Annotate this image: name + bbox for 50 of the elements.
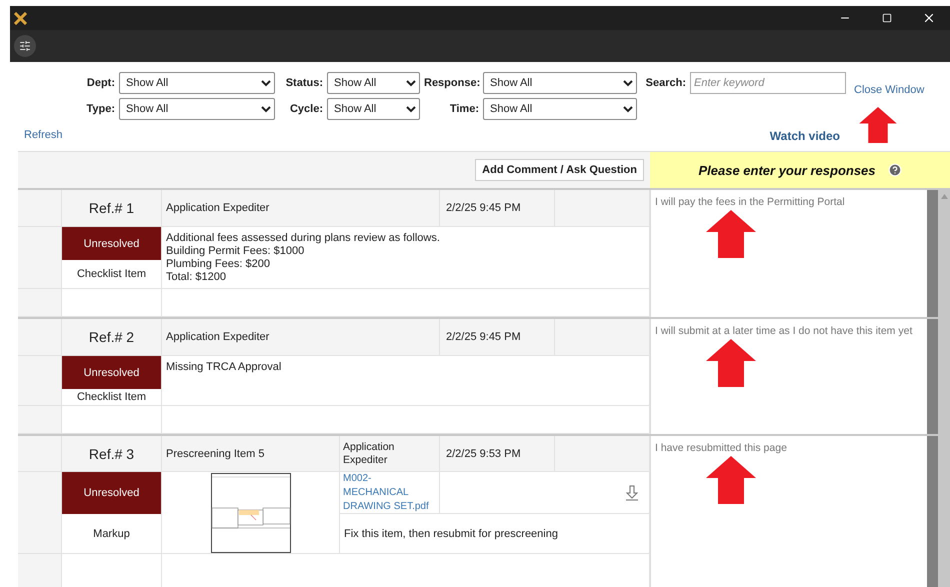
scrollbar[interactable] [938,190,950,587]
filter-label: Time: [448,103,479,115]
status-badge: Unresolved [62,227,161,260]
close-window-link[interactable]: Close Window [854,84,924,96]
attachment-link[interactable]: M002-MECHANICAL DRAWING SET.pdf [343,472,436,514]
close-icon[interactable] [922,11,936,25]
item-type: Markup [92,526,131,542]
status-badge: Unresolved [62,356,161,389]
item-type: Checklist Item [76,390,148,405]
filter-label: Dept: [86,77,115,89]
author-name: Application Expediter [340,436,440,472]
up-arrow-marker [706,456,756,504]
filter-dropdown[interactable]: Show All [483,72,637,94]
comment-date: 2/2/25 9:53 PM [440,436,555,472]
up-arrow-marker [706,339,756,387]
responses-heading: Please enter your responses [698,162,876,178]
status-badge: Unresolved [62,472,161,514]
comment-text: Additional fees assessed during plans review as follows. Building Permit Fees: $1000 Plumbing Fees: $200 Total: $1200 [162,227,650,289]
filter-dropdown[interactable]: Show All [327,72,420,94]
filter-label: Cycle: [288,103,323,115]
sliders-icon[interactable] [19,40,31,52]
author-name: Application Expediter [162,190,440,227]
up-arrow-marker [706,210,756,258]
add-comment-button[interactable]: Add Comment / Ask Question [475,159,644,181]
comment-text: Missing TRCA Approval [162,356,650,406]
filter-dropdown[interactable]: Show All [327,98,420,120]
filter-label: Type: [85,103,115,115]
comment-date: 2/2/25 9:45 PM [440,319,555,356]
filter-label: Response: [424,77,479,89]
refresh-link[interactable]: Refresh [24,129,63,151]
author-name: Application Expediter [162,319,440,356]
item-type: Checklist Item [76,267,148,282]
comment-date: 2/2/25 9:45 PM [440,190,555,227]
maximize-icon[interactable] [882,13,892,23]
settings-button[interactable] [14,35,36,57]
watch-video-link[interactable]: Watch video [770,129,840,151]
reference-number: Ref.# 3 [62,436,162,472]
filter-label: Search: [644,77,686,89]
search-field[interactable]: Enter keyword [690,72,846,94]
app-logo-icon [14,12,27,24]
download-icon[interactable] [625,484,639,500]
instruction-text: Fix this item, then resubmit for prescreening [340,514,650,554]
reference-number: Ref.# 2 [62,319,162,356]
help-icon[interactable] [888,163,902,177]
reference-number: Ref.# 1 [62,190,162,227]
filter-dropdown[interactable]: Show All [119,72,275,94]
filter-dropdown[interactable]: Show All [119,98,275,120]
filter-dropdown[interactable]: Show All [483,98,637,120]
filter-label: Status: [284,77,323,89]
item-title: Prescreening Item 5 [162,436,340,472]
